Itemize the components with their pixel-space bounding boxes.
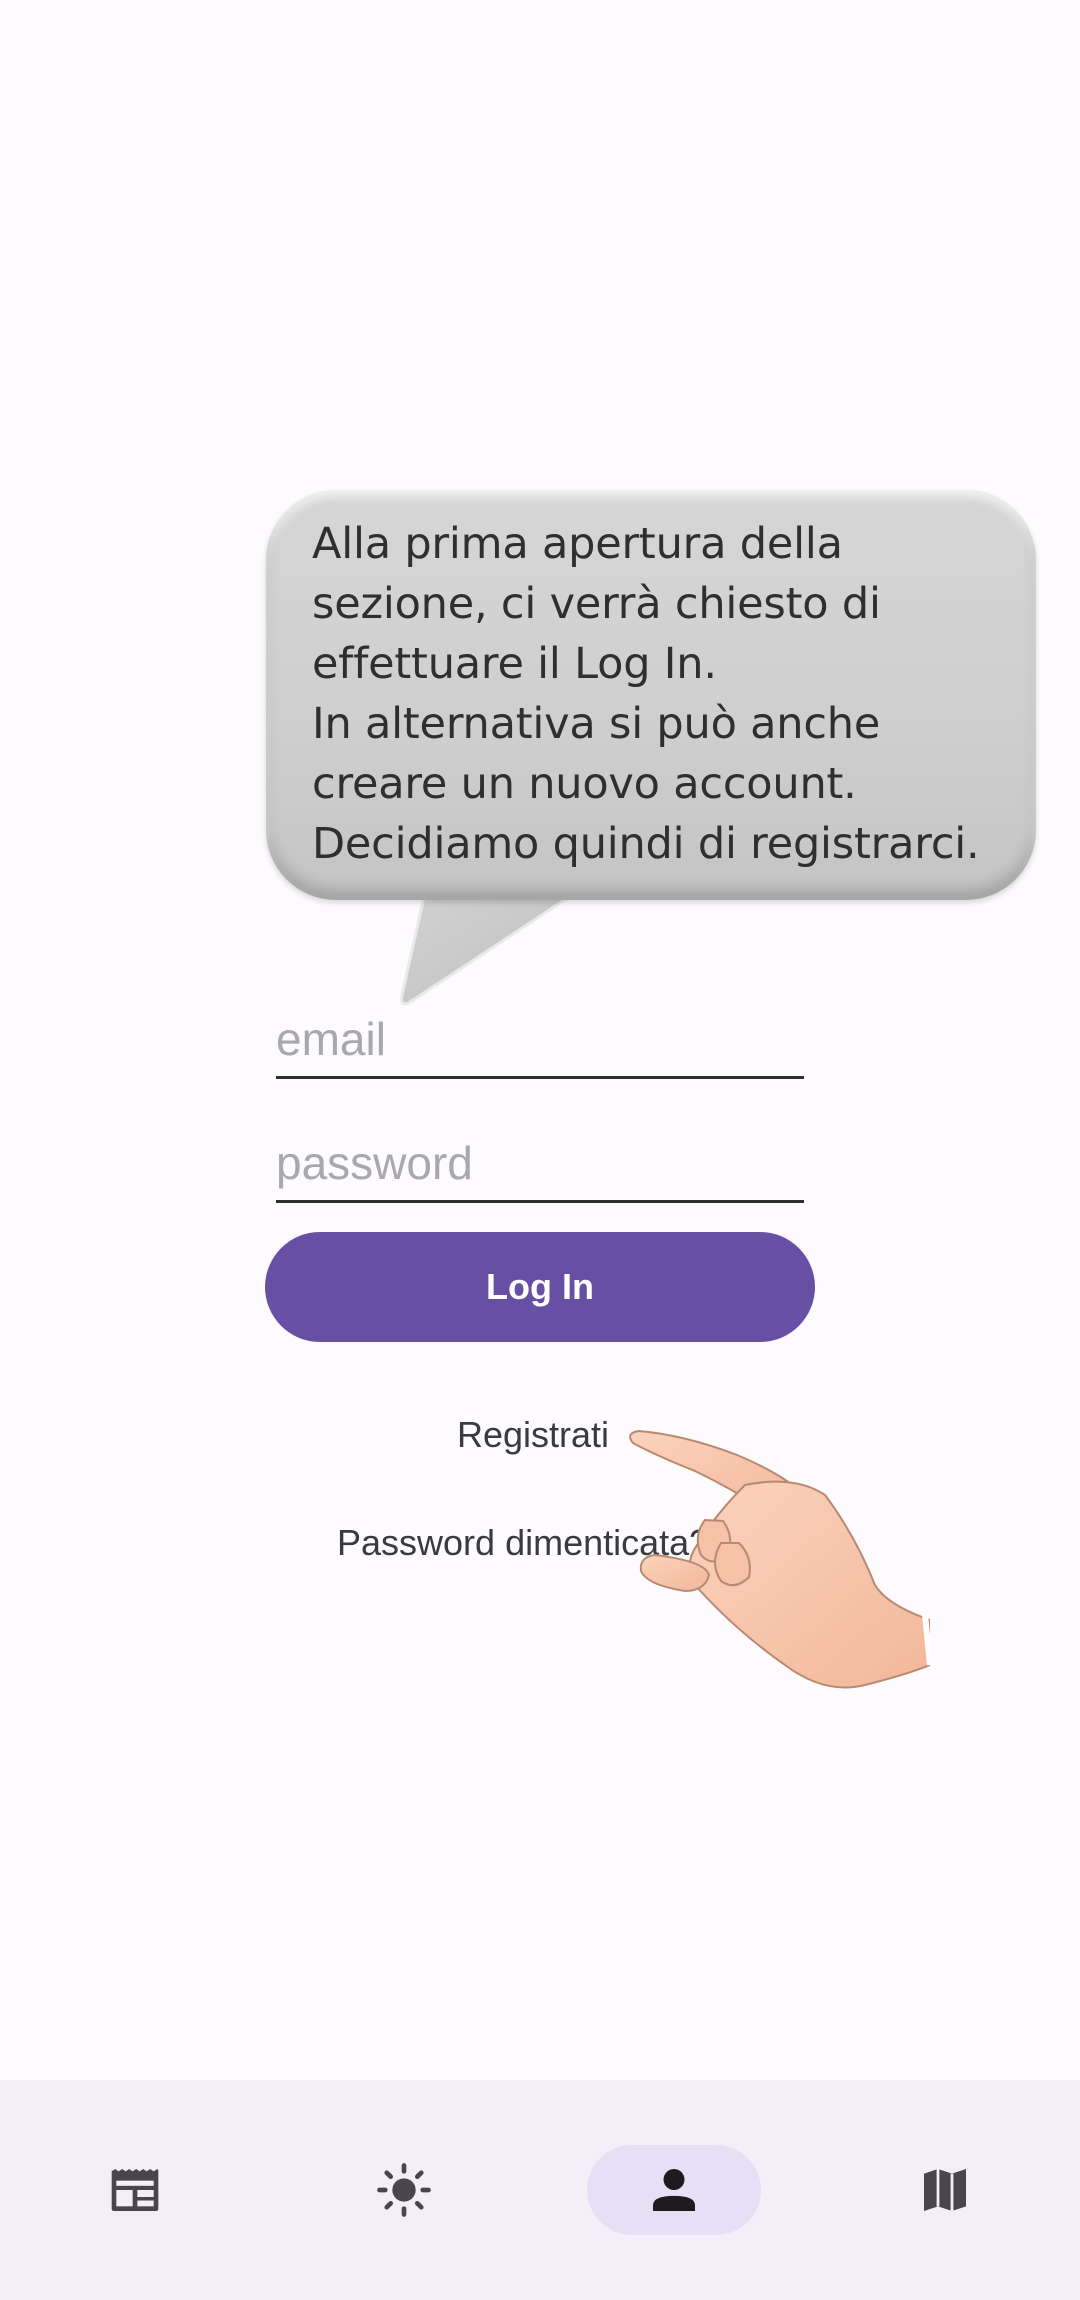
tutorial-line: Decidiamo quindi di registrarci. bbox=[312, 819, 980, 869]
tutorial-line: sezione, ci verrà chiesto di bbox=[312, 579, 881, 629]
nav-item-map[interactable] bbox=[858, 2145, 1032, 2235]
speech-bubble-body: Alla prima apertura della sezione, ci ve… bbox=[266, 490, 1036, 900]
tutorial-line: effettuare il Log In. bbox=[312, 639, 717, 689]
password-input[interactable] bbox=[276, 1136, 804, 1190]
nav-item-weather[interactable] bbox=[317, 2145, 491, 2235]
tutorial-line: creare un nuovo account. bbox=[312, 759, 857, 809]
nav-item-news[interactable] bbox=[48, 2145, 222, 2235]
tutorial-line: In alternativa si può anche bbox=[312, 699, 881, 749]
password-field[interactable] bbox=[276, 1120, 804, 1203]
pointing-hand-icon bbox=[629, 1429, 930, 1689]
email-input[interactable] bbox=[276, 1012, 804, 1066]
sun-icon bbox=[377, 2163, 431, 2217]
register-link[interactable]: Registrati bbox=[457, 1414, 609, 1456]
login-button[interactable]: Log In bbox=[265, 1232, 815, 1342]
map-icon bbox=[924, 2169, 966, 2211]
tutorial-text: Alla prima apertura della sezione, ci ve… bbox=[312, 514, 1032, 874]
tutorial-speech-bubble: Alla prima apertura della sezione, ci ve… bbox=[262, 490, 1042, 1020]
nav-item-profile[interactable] bbox=[587, 2145, 761, 2235]
bottom-navigation-bar bbox=[0, 2080, 1080, 2300]
newspaper-icon bbox=[111, 2169, 159, 2211]
person-icon bbox=[653, 2169, 695, 2211]
tutorial-line: Alla prima apertura della bbox=[312, 519, 843, 569]
